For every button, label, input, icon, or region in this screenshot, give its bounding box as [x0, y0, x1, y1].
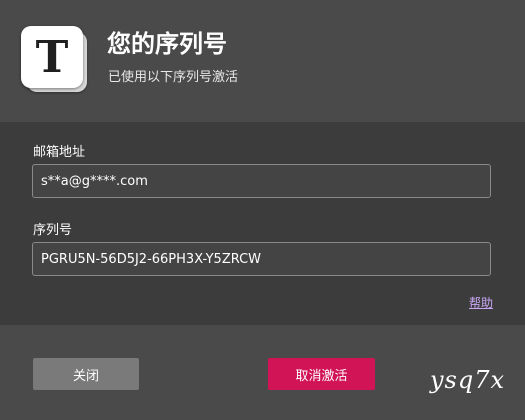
email-label: 邮箱地址	[33, 145, 86, 160]
app-icon-letter: T	[35, 31, 69, 83]
app-icon: T	[21, 26, 91, 96]
email-value: s**a@g****.com	[41, 173, 148, 189]
deactivate-button[interactable]: 取消激活	[268, 358, 375, 390]
dialog-subtitle: 已使用以下序列号激活	[108, 70, 239, 85]
serial-value: PGRU5N-56D5J2-66PH3X-Y5ZRCW	[41, 251, 262, 267]
close-button[interactable]: 关闭	[33, 358, 139, 390]
serial-label: 序列号	[33, 223, 73, 238]
help-link[interactable]: 帮助	[469, 294, 493, 311]
dialog-header: T 您的序列号 已使用以下序列号激活	[0, 0, 525, 122]
email-field[interactable]: s**a@g****.com	[32, 164, 491, 198]
app-icon-front-card: T	[21, 26, 83, 88]
watermark: ysq7x	[430, 366, 506, 394]
serial-field[interactable]: PGRU5N-56D5J2-66PH3X-Y5ZRCW	[32, 242, 491, 276]
dialog-title: 您的序列号	[107, 30, 227, 58]
